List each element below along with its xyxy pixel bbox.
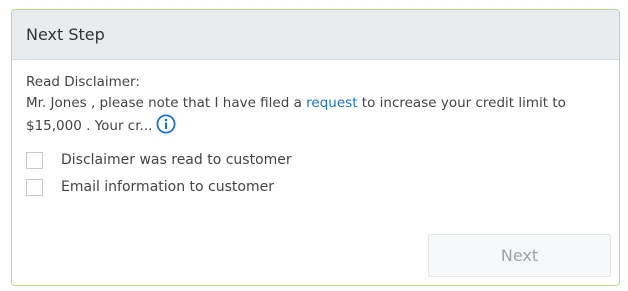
next-step-panel: Next Step Read Disclaimer: Mr. Jones , p… [11,9,620,286]
panel-body: Read Disclaimer: Mr. Jones , please note… [12,60,619,199]
disclaimer-text-start: Mr. Jones , please note that I have file… [26,95,307,111]
option-label: Disclaimer was read to customer [61,152,292,168]
info-icon[interactable] [156,114,176,134]
option-email-info[interactable]: Email information to customer [26,176,605,199]
panel-header: Next Step [12,10,619,60]
next-button[interactable]: Next [428,234,611,277]
option-disclaimer-read[interactable]: Disclaimer was read to customer [26,149,605,172]
disclaimer-text: Mr. Jones , please note that I have file… [26,93,605,137]
option-label: Email information to customer [61,179,274,195]
email-info-checkbox[interactable] [26,179,43,196]
disclaimer-read-checkbox[interactable] [26,152,43,169]
request-link[interactable]: request [306,95,357,111]
options-list: Disclaimer was read to customer Email in… [26,149,605,199]
panel-title: Next Step [26,25,105,44]
disclaimer-label: Read Disclaimer: [26,74,140,90]
